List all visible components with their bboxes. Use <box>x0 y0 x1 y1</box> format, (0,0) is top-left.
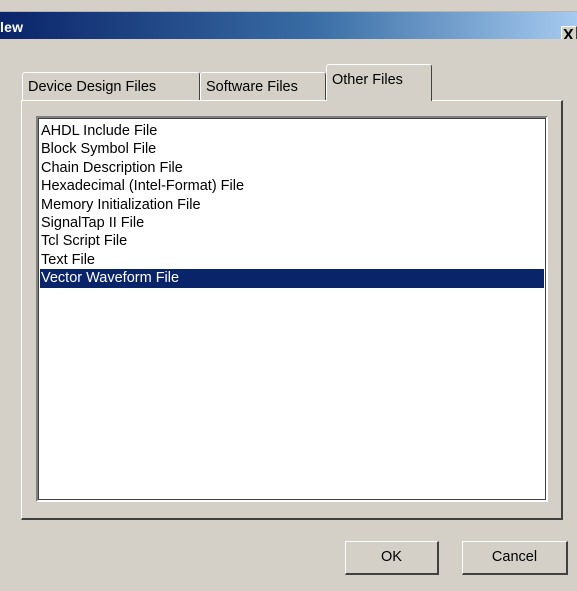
tab-label: Device Design Files <box>28 79 157 95</box>
tab-panel-other-files: AHDL Include File Block Symbol File Chai… <box>21 100 563 520</box>
cancel-button[interactable]: Cancel <box>462 541 568 575</box>
list-item[interactable]: AHDL Include File <box>40 122 544 140</box>
tab-label: Other Files <box>332 72 403 88</box>
tab-label: Software Files <box>206 79 298 95</box>
tab-other-files[interactable]: Other Files <box>326 64 432 101</box>
list-item[interactable]: Hexadecimal (Intel-Format) File <box>40 177 544 195</box>
list-item[interactable]: Text File <box>40 251 544 269</box>
list-item-selected[interactable]: Vector Waveform File <box>40 269 544 288</box>
list-item[interactable]: SignalTap II File <box>40 214 544 232</box>
list-item[interactable]: Tcl Script File <box>40 232 544 250</box>
list-item[interactable]: Memory Initialization File <box>40 196 544 214</box>
list-item[interactable]: Block Symbol File <box>40 140 544 158</box>
title-bar[interactable]: lew X <box>0 12 577 46</box>
ok-button[interactable]: OK <box>345 541 439 575</box>
window-title: lew <box>0 19 24 35</box>
background-window-strip <box>0 0 577 12</box>
tab-software-files[interactable]: Software Files <box>200 72 326 100</box>
file-type-list[interactable]: AHDL Include File Block Symbol File Chai… <box>36 116 548 502</box>
list-item[interactable]: Chain Description File <box>40 159 544 177</box>
tab-device-design-files[interactable]: Device Design Files <box>22 72 200 100</box>
